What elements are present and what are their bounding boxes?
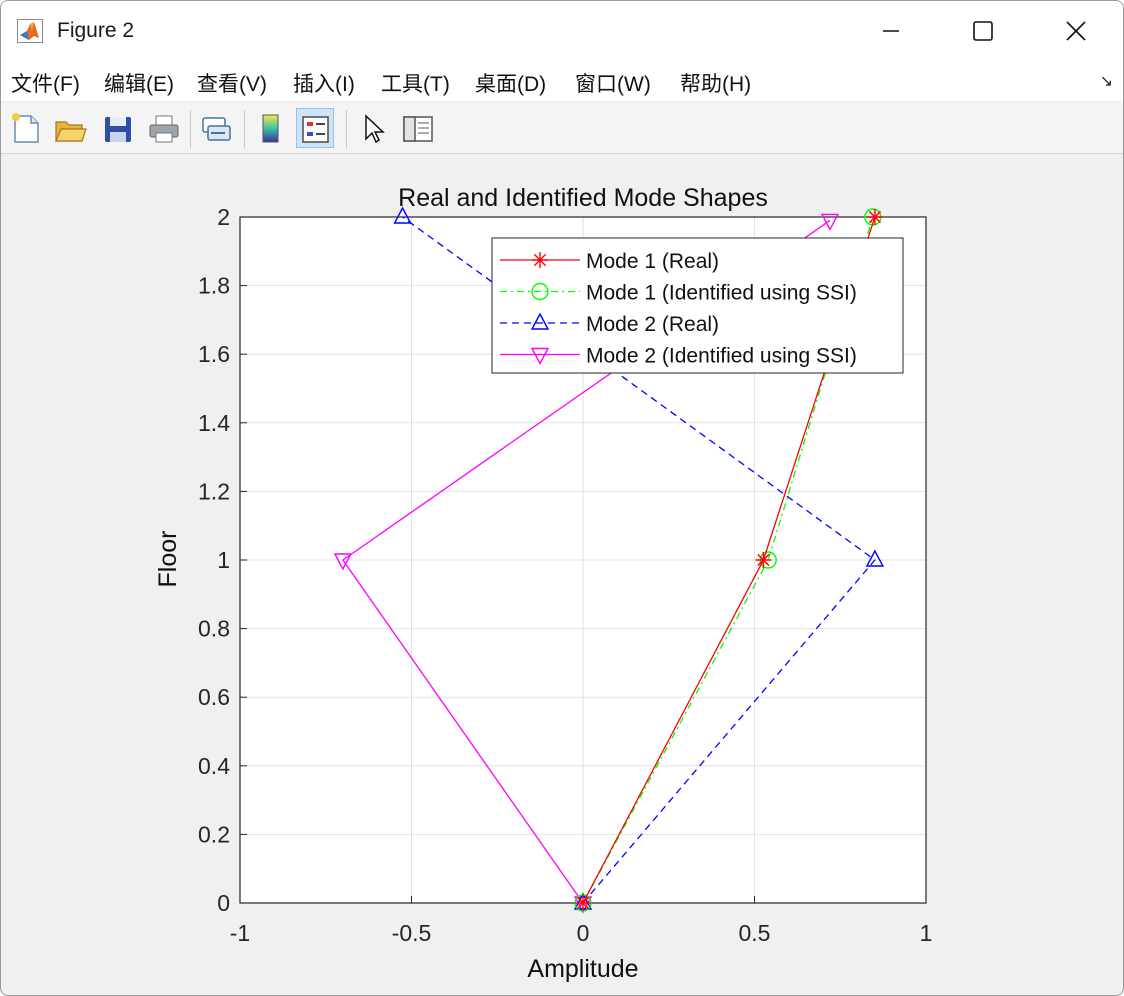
x-axis-label: Amplitude bbox=[527, 955, 638, 983]
property-inspector-button[interactable] bbox=[399, 108, 437, 148]
x-tick-label: -1 bbox=[230, 920, 250, 946]
property-inspector-icon bbox=[403, 116, 433, 142]
close-button[interactable] bbox=[1046, 9, 1106, 53]
menu-file[interactable]: 文件(F) bbox=[11, 68, 80, 98]
dock-figure-icon[interactable]: ↘ bbox=[1100, 71, 1113, 91]
y-tick-label: 0.2 bbox=[198, 821, 230, 847]
menu-insert[interactable]: 插入(I) bbox=[293, 68, 355, 98]
toolbar-separator bbox=[346, 110, 347, 148]
legend-label: Mode 2 (Real) bbox=[586, 313, 719, 336]
menu-desktop[interactable]: 桌面(D) bbox=[475, 68, 546, 98]
menu-tools[interactable]: 工具(T) bbox=[381, 68, 450, 98]
link-plot-icon bbox=[202, 117, 231, 141]
y-tick-label: 0.8 bbox=[198, 616, 230, 642]
edit-plot-icon bbox=[365, 114, 385, 144]
x-tick-label: 1 bbox=[920, 920, 933, 946]
series-point bbox=[575, 895, 591, 911]
y-tick-label: 1.8 bbox=[198, 273, 230, 299]
menu-help[interactable]: 帮助(H) bbox=[680, 68, 751, 98]
insert-legend-icon bbox=[302, 116, 329, 143]
new-figure-button[interactable] bbox=[7, 108, 45, 148]
menu-bar: 文件(F) 编辑(E) 查看(V) 插入(I) 工具(T) 桌面(D) 窗口(W… bbox=[1, 61, 1123, 101]
y-tick-label: 2 bbox=[217, 204, 230, 230]
y-tick-label: 1.6 bbox=[198, 341, 230, 367]
save-button[interactable] bbox=[99, 108, 137, 148]
insert-colorbar-icon bbox=[262, 114, 279, 143]
print-icon bbox=[149, 115, 179, 143]
mode-shapes-chart: Real and Identified Mode Shapes -1 -0.5 0 0… bbox=[154, 184, 933, 983]
y-tick-label: 1 bbox=[217, 547, 230, 573]
legend-label: Mode 2 (Identified using SSI) bbox=[586, 345, 857, 368]
legend-label: Mode 1 (Real) bbox=[586, 250, 719, 273]
edit-plot-button[interactable] bbox=[354, 108, 392, 148]
menu-window[interactable]: 窗口(W) bbox=[575, 68, 651, 98]
menu-view[interactable]: 查看(V) bbox=[197, 68, 267, 98]
menu-edit[interactable]: 编辑(E) bbox=[104, 68, 174, 98]
y-axis-label: Floor bbox=[154, 531, 182, 588]
y-tick-label: 0.6 bbox=[198, 684, 230, 710]
figure-window: Figure 2 文件(F) 编辑(E) 查看(V) 插入(I) 工具(T) 桌… bbox=[0, 0, 1124, 996]
figure-canvas: Real and Identified Mode Shapes -1 -0.5 0 0… bbox=[4, 154, 1120, 992]
maximize-button[interactable] bbox=[953, 9, 1013, 53]
y-tick-label: 0.4 bbox=[198, 753, 230, 779]
new-figure-icon bbox=[12, 113, 39, 143]
insert-colorbar-button[interactable] bbox=[252, 108, 290, 148]
title-bar: Figure 2 bbox=[1, 1, 1123, 61]
close-icon bbox=[1066, 21, 1086, 41]
x-tick-label: 0 bbox=[577, 920, 590, 946]
print-button[interactable] bbox=[145, 108, 183, 148]
x-tick-label: -0.5 bbox=[392, 920, 432, 946]
y-tick-label: 0 bbox=[217, 890, 230, 916]
insert-legend-button[interactable] bbox=[296, 108, 334, 148]
x-tick-label: 0.5 bbox=[739, 920, 771, 946]
open-file-icon bbox=[55, 121, 87, 142]
minimize-button[interactable] bbox=[861, 9, 921, 53]
toolbar-separator bbox=[244, 110, 245, 148]
legend-label: Mode 1 (Identified using SSI) bbox=[586, 282, 857, 305]
matlab-logo-icon bbox=[17, 19, 43, 43]
minimize-icon bbox=[883, 30, 899, 32]
link-plot-button[interactable] bbox=[197, 108, 235, 148]
y-tick-label: 1.2 bbox=[198, 478, 230, 504]
series-point bbox=[755, 552, 772, 568]
open-file-button[interactable] bbox=[51, 108, 89, 148]
save-icon bbox=[105, 117, 131, 142]
toolbar-separator bbox=[190, 110, 191, 148]
y-tick-label: 1.4 bbox=[198, 410, 230, 436]
maximize-icon bbox=[973, 21, 993, 41]
toolbar bbox=[1, 102, 1123, 154]
window-title: Figure 2 bbox=[57, 19, 135, 42]
chart-title: Real and Identified Mode Shapes bbox=[398, 184, 768, 212]
